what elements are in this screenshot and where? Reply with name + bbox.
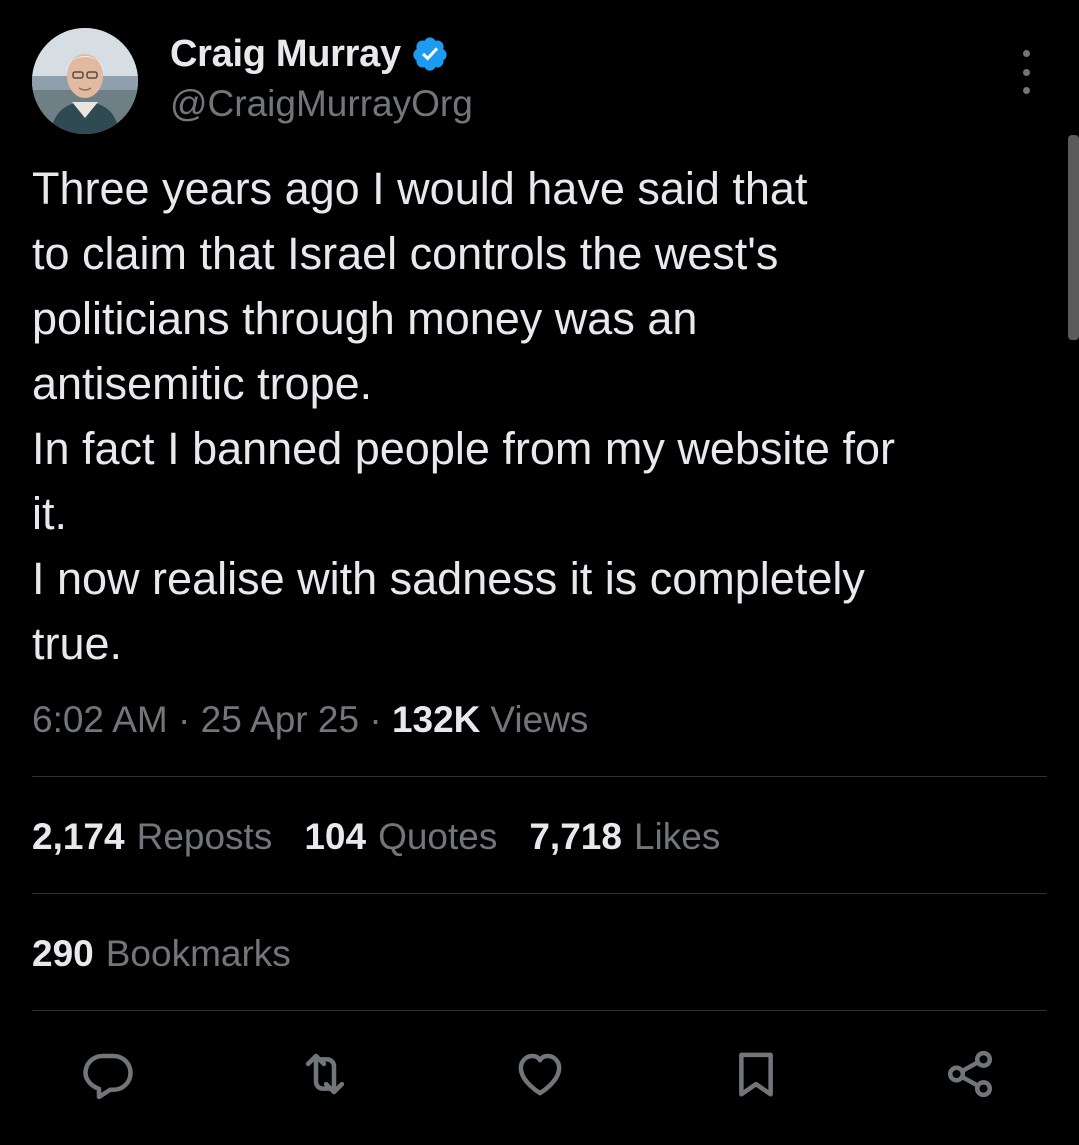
likes-stat[interactable]: 7,718 Likes — [529, 810, 720, 864]
tweet-text-line: true. — [32, 618, 123, 669]
like-button[interactable] — [510, 1044, 570, 1104]
tweet-text-line: politicians through money was an — [32, 293, 698, 344]
author-handle[interactable]: @CraigMurrayOrg — [170, 80, 473, 128]
tweet-text-line: I now realise with sadness it is complet… — [32, 553, 865, 604]
views-label[interactable]: Views — [490, 699, 588, 740]
more-dot — [1022, 50, 1030, 57]
quotes-count: 104 — [304, 816, 367, 857]
bookmarks-stat[interactable]: 290 Bookmarks — [32, 927, 291, 981]
scrollbar-thumb[interactable] — [1068, 135, 1079, 340]
tweet-text-line: to claim that Israel controls the west's — [32, 228, 779, 279]
author-name-row[interactable]: Craig Murray — [170, 30, 449, 78]
divider — [32, 1010, 1047, 1011]
reply-button[interactable] — [78, 1044, 138, 1104]
share-icon — [947, 1050, 993, 1098]
tweet-text-line: it. — [32, 488, 68, 539]
repost-icon — [305, 1053, 345, 1095]
likes-label: Likes — [633, 816, 721, 857]
tweet-meta: 6:02 AM · 25 Apr 25 · 132K Views — [32, 693, 588, 747]
divider — [32, 893, 1047, 894]
reposts-count: 2,174 — [32, 816, 125, 857]
reposts-label: Reposts — [136, 816, 273, 857]
avatar-image — [32, 28, 138, 134]
bookmark-icon — [739, 1052, 773, 1097]
author-avatar[interactable] — [32, 28, 138, 134]
bookmarks-count: 290 — [32, 933, 94, 974]
views-count[interactable]: 132K — [392, 699, 480, 740]
verified-badge-icon — [413, 37, 447, 71]
divider — [32, 776, 1047, 777]
author-display-name[interactable]: Craig Murray — [170, 33, 401, 76]
share-button[interactable] — [940, 1044, 1000, 1104]
likes-count: 7,718 — [529, 816, 622, 857]
more-options-icon[interactable] — [1006, 50, 1046, 94]
tweet-text: Three years ago I would have said that t… — [32, 156, 1042, 676]
tweet-text-line: antisemitic trope. — [32, 358, 373, 409]
engagement-stats: 2,174 Reposts 104 Quotes 7,718 Likes — [32, 810, 752, 864]
tweet-time[interactable]: 6:02 AM — [32, 699, 168, 740]
bookmarks-label: Bookmarks — [105, 933, 291, 974]
meta-separator: · — [178, 699, 191, 740]
more-dot — [1022, 87, 1030, 94]
quotes-stat[interactable]: 104 Quotes — [304, 810, 497, 864]
like-icon — [518, 1053, 562, 1096]
tweet-text-line: In fact I banned people from my website … — [32, 423, 895, 474]
reply-icon — [83, 1053, 133, 1100]
action-bar — [0, 1044, 1079, 1108]
tweet-text-line: Three years ago I would have said that — [32, 163, 808, 214]
more-dot — [1022, 68, 1030, 76]
bookmark-button[interactable] — [726, 1044, 786, 1104]
meta-separator: · — [369, 699, 382, 740]
repost-button[interactable] — [295, 1044, 355, 1104]
tweet-date[interactable]: 25 Apr 25 — [201, 699, 359, 740]
reposts-stat[interactable]: 2,174 Reposts — [32, 810, 272, 864]
quotes-label: Quotes — [378, 816, 498, 857]
